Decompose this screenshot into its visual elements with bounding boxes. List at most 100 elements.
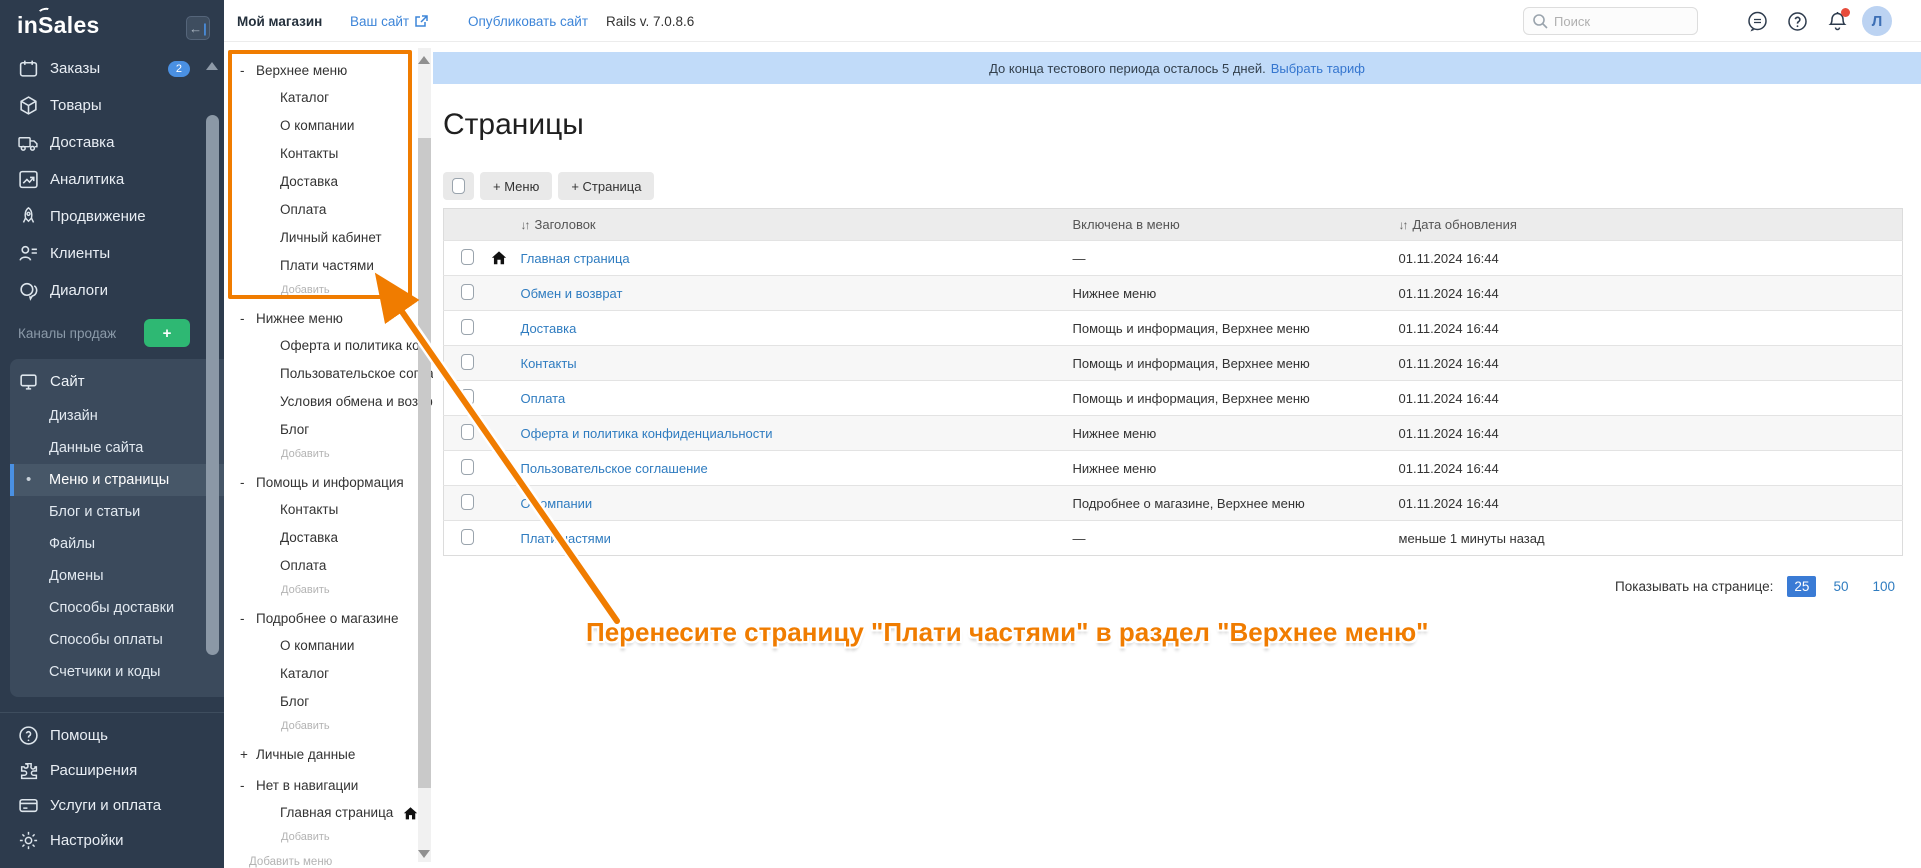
add-menu-link[interactable]: Добавить меню [224, 851, 433, 868]
menu-tree-item[interactable]: Доставка [224, 168, 433, 196]
sidebar-item[interactable]: Клиенты [0, 235, 224, 272]
add-page-link[interactable]: Добавить [224, 444, 433, 465]
expand-collapse-sign[interactable]: - [240, 311, 249, 326]
select-all-button[interactable] [443, 172, 474, 200]
row-checkbox[interactable] [461, 354, 474, 370]
page-link[interactable]: Доставка [521, 321, 577, 336]
sidebar-item[interactable]: Аналитика [0, 161, 224, 198]
expand-collapse-sign[interactable]: - [240, 475, 249, 490]
header-title[interactable]: ↓↑Заголовок [521, 209, 1073, 241]
menu-tree-item[interactable]: Блог [224, 688, 433, 716]
menu-tree-item[interactable]: Главная страница [224, 799, 433, 827]
menu-tree-item[interactable]: Оплата [224, 196, 433, 224]
add-menu-button[interactable]: + Меню [480, 172, 552, 200]
menu-section-title[interactable]: - Верхнее меню [224, 56, 433, 84]
chat-icon[interactable] [1746, 10, 1769, 33]
row-checkbox[interactable] [461, 389, 474, 405]
menu-tree-item[interactable]: Условия обмена и возвр [224, 388, 433, 416]
search-input[interactable] [1554, 14, 1674, 29]
row-checkbox[interactable] [461, 494, 474, 510]
sidebar-scroll-up-arrow[interactable] [206, 62, 218, 70]
row-checkbox[interactable] [461, 424, 474, 440]
expand-collapse-sign[interactable]: + [240, 747, 249, 762]
sidebar-item[interactable]: Доставка [0, 124, 224, 161]
expand-collapse-sign[interactable]: - [240, 611, 249, 626]
sidebar-item-site[interactable]: Сайт [10, 362, 224, 400]
panel-scrollbar[interactable] [418, 138, 431, 788]
pagination-option[interactable]: 25 [1787, 576, 1816, 597]
menu-section-title[interactable]: + Личные данные [224, 740, 433, 768]
pagination-option[interactable]: 50 [1826, 576, 1855, 597]
menu-tree-item[interactable]: Доставка [224, 524, 433, 552]
sidebar-subitem[interactable]: Способы доставки [10, 592, 224, 624]
sidebar-subitem[interactable]: Счетчики и коды [10, 656, 224, 688]
sidebar-subitem[interactable]: • Меню и страницы [10, 464, 224, 496]
sidebar-subitem[interactable]: Файлы [10, 528, 224, 560]
header-updated[interactable]: ↓↑Дата обновления [1399, 209, 1903, 241]
add-page-button[interactable]: + Страница [558, 172, 654, 200]
sidebar-item[interactable]: Настройки [0, 823, 224, 858]
sort-icon[interactable]: ↓↑ [1399, 218, 1407, 232]
avatar[interactable]: Л [1862, 6, 1892, 36]
menu-tree-item[interactable]: Оферта и политика кон [224, 332, 433, 360]
menu-tree-item[interactable]: О компании [224, 632, 433, 660]
menu-tree-item[interactable]: Контакты [224, 140, 433, 168]
sidebar-item[interactable]: Услуги и оплата [0, 788, 224, 823]
sidebar-collapse-button[interactable]: ←| [186, 16, 210, 40]
page-link[interactable]: Обмен и возврат [521, 286, 623, 301]
pagination-option[interactable]: 100 [1865, 576, 1902, 597]
sidebar-subitem[interactable]: Данные сайта [10, 432, 224, 464]
sidebar-item[interactable]: Товары [0, 87, 224, 124]
notifications-bell-icon[interactable] [1826, 10, 1849, 33]
your-site-link[interactable]: Ваш сайт [350, 0, 428, 42]
menu-section-title[interactable]: - Подробнее о магазине [224, 604, 433, 632]
add-page-link[interactable]: Добавить [224, 280, 433, 301]
row-checkbox[interactable] [461, 284, 474, 300]
menu-tree-item[interactable]: Оплата [224, 552, 433, 580]
sidebar-item[interactable]: Продвижение [0, 198, 224, 235]
page-link[interactable]: Оферта и политика конфиденциальности [521, 426, 773, 441]
menu-tree-item[interactable]: Каталог [224, 84, 433, 112]
publish-site-link[interactable]: Опубликовать сайт [468, 0, 588, 42]
menu-tree-item[interactable]: Блог [224, 416, 433, 444]
sort-icon[interactable]: ↓↑ [521, 218, 529, 232]
row-checkbox[interactable] [461, 529, 474, 545]
page-link[interactable]: Пользовательское соглашение [521, 461, 708, 476]
page-link[interactable]: Контакты [521, 356, 577, 371]
menu-tree-item[interactable]: Контакты [224, 496, 433, 524]
sidebar-scrollbar[interactable] [206, 115, 219, 655]
expand-collapse-sign[interactable]: - [240, 778, 249, 793]
menu-section-title[interactable]: - Нижнее меню [224, 304, 433, 332]
page-link[interactable]: Главная страница [521, 251, 630, 266]
menu-tree-item[interactable]: Плати частями [224, 252, 433, 280]
sidebar-subitem[interactable]: Дизайн [10, 400, 224, 432]
sidebar-item[interactable]: Заказы 2 [0, 50, 224, 87]
sidebar-subitem[interactable]: Домены [10, 560, 224, 592]
add-page-link[interactable]: Добавить [224, 827, 433, 848]
help-icon[interactable] [1786, 10, 1809, 33]
page-link[interactable]: Оплата [521, 391, 566, 406]
sidebar-item[interactable]: Помощь [0, 718, 224, 753]
search-box[interactable] [1523, 7, 1698, 35]
menu-tree-item[interactable]: О компании [224, 112, 433, 140]
row-checkbox[interactable] [461, 249, 474, 265]
sidebar-subitem[interactable]: Блог и статьи [10, 496, 224, 528]
expand-collapse-sign[interactable]: - [240, 63, 249, 78]
row-checkbox[interactable] [461, 459, 474, 475]
sidebar-item[interactable]: Диалоги [0, 272, 224, 309]
choose-plan-link[interactable]: Выбрать тариф [1271, 61, 1365, 76]
add-page-link[interactable]: Добавить [224, 716, 433, 737]
select-all-checkbox[interactable] [452, 178, 465, 194]
sidebar-subitem[interactable]: Способы оплаты [10, 624, 224, 656]
add-channel-button[interactable]: + [144, 319, 190, 347]
page-link[interactable]: О компании [521, 496, 593, 511]
sidebar-item[interactable]: Расширения [0, 753, 224, 788]
panel-scroll-up-arrow[interactable] [418, 56, 430, 64]
add-page-link[interactable]: Добавить [224, 580, 433, 601]
menu-section-title[interactable]: - Помощь и информация [224, 468, 433, 496]
row-checkbox[interactable] [461, 319, 474, 335]
menu-section-title[interactable]: - Нет в навигации [224, 771, 433, 799]
panel-scroll-down-arrow[interactable] [418, 850, 430, 858]
page-link[interactable]: Плати частями [521, 531, 611, 546]
menu-tree-item[interactable]: Личный кабинет [224, 224, 433, 252]
